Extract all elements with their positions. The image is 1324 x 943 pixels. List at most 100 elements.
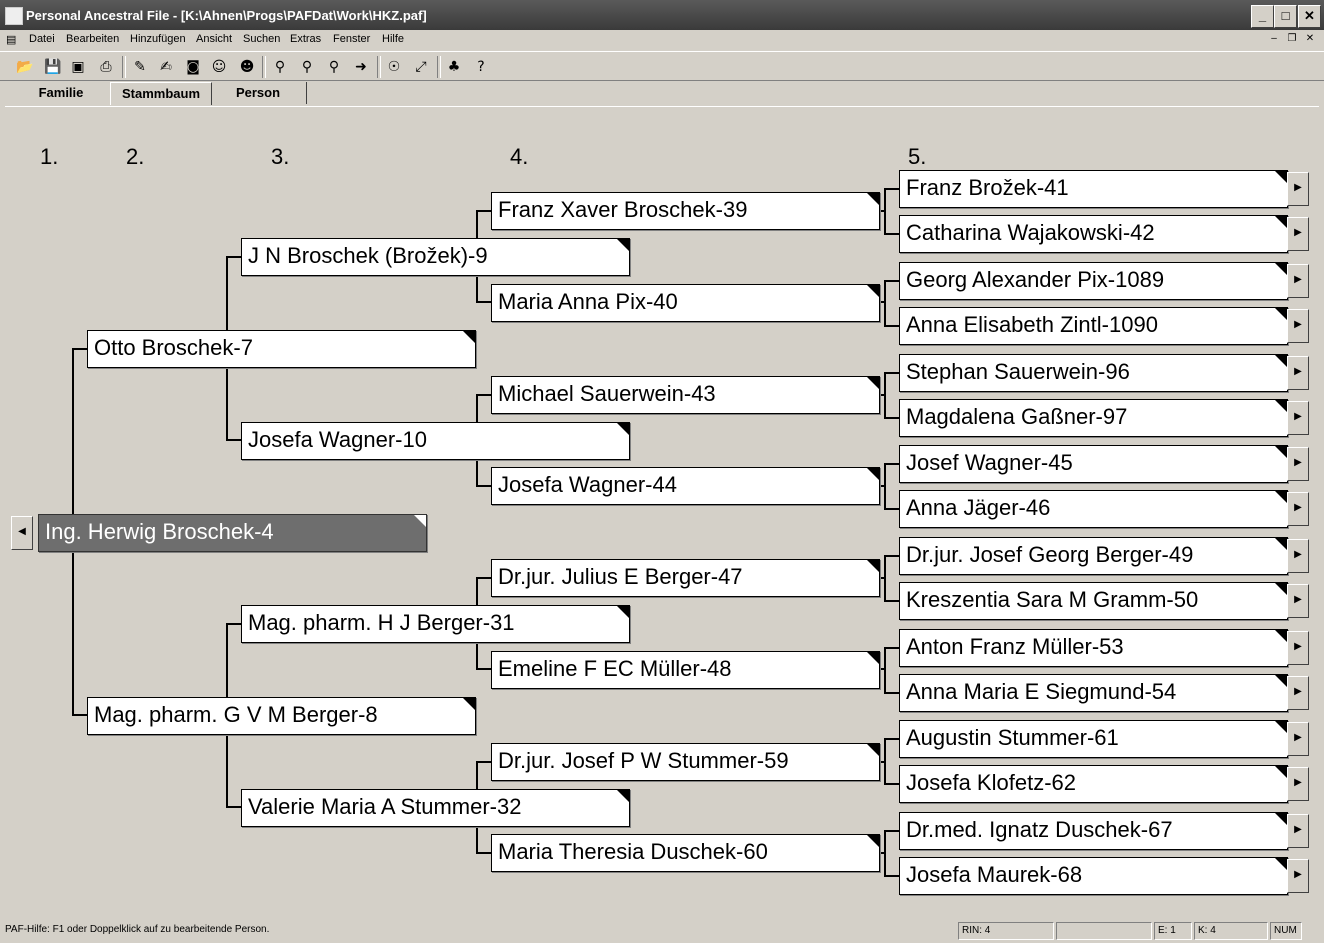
menu-hinzufuegen[interactable]: Hinzufügen <box>130 33 186 45</box>
nav-more-ancestors-button[interactable]: ▶ <box>1287 584 1309 618</box>
save-as-icon[interactable]: ▣ <box>68 57 88 77</box>
connector-line <box>72 714 88 716</box>
person-box[interactable]: Josefa Klofetz-62 <box>899 765 1288 803</box>
person-box[interactable]: Franz Xaver Broschek-39 <box>491 192 880 230</box>
person-box[interactable]: Maria Theresia Duschek-60 <box>491 834 880 872</box>
person-box[interactable]: Anna Jäger-46 <box>899 490 1288 528</box>
tab-stammbaum[interactable]: Stammbaum <box>110 82 212 105</box>
person-box[interactable]: Franz Brožek-41 <box>899 170 1288 208</box>
nav-more-ancestors-button[interactable]: ▶ <box>1287 631 1309 665</box>
family-icon[interactable]: ☻ <box>237 57 257 77</box>
notes-marker-icon <box>617 239 629 251</box>
print-icon[interactable]: ⎙ <box>96 57 116 77</box>
connector-line <box>476 761 492 763</box>
nav-more-ancestors-button[interactable]: ▶ <box>1287 172 1309 206</box>
notes-marker-icon <box>867 377 879 389</box>
save-icon[interactable]: 💾 <box>43 57 63 77</box>
person-name: Josefa Maurek-68 <box>906 862 1083 887</box>
notes-marker-icon <box>1275 766 1287 778</box>
nav-more-ancestors-button[interactable]: ▶ <box>1287 309 1309 343</box>
menu-fenster[interactable]: Fenster <box>333 33 370 45</box>
connector-line <box>476 852 492 854</box>
nav-more-ancestors-button[interactable]: ▶ <box>1287 676 1309 710</box>
tree-icon[interactable]: ♣ <box>444 57 464 77</box>
menu-suchen[interactable]: Suchen <box>243 33 280 45</box>
person-box-father[interactable]: Otto Broschek-7 <box>87 330 476 368</box>
person-box[interactable]: Georg Alexander Pix-1089 <box>899 262 1288 300</box>
person-box[interactable]: Emeline F EC Müller-48 <box>491 651 880 689</box>
menu-datei[interactable]: Datei <box>29 33 55 45</box>
person-box[interactable]: Anna Elisabeth Zintl-1090 <box>899 307 1288 345</box>
person-box[interactable]: Stephan Sauerwein-96 <box>899 354 1288 392</box>
notes-icon[interactable]: ✍ <box>156 57 176 77</box>
mdi-minimize-button[interactable]: – <box>1266 32 1282 46</box>
person-box[interactable]: Kreszentia Sara M Gramm-50 <box>899 582 1288 620</box>
notes-marker-icon <box>1275 446 1287 458</box>
person-box[interactable]: Maria Anna Pix-40 <box>491 284 880 322</box>
person-box[interactable]: Augustin Stummer-61 <box>899 720 1288 758</box>
individual-icon[interactable]: ☉ <box>384 57 404 77</box>
person-box[interactable]: Anna Maria E Siegmund-54 <box>899 674 1288 712</box>
connector-line <box>476 394 492 396</box>
person-box[interactable]: Anton Franz Müller-53 <box>899 629 1288 667</box>
minimize-button[interactable]: _ <box>1251 5 1274 28</box>
nav-more-ancestors-button[interactable]: ▶ <box>1287 264 1309 298</box>
person-name: Dr.jur. Josef P W Stummer-59 <box>498 748 789 773</box>
person-box[interactable]: Mag. pharm. H J Berger-31 <box>241 605 630 643</box>
person-box[interactable]: Dr.jur. Julius E Berger-47 <box>491 559 880 597</box>
person-box[interactable]: Valerie Maria A Stummer-32 <box>241 789 630 827</box>
menu-doc-icon[interactable]: ▤ <box>6 33 16 46</box>
person-box-root[interactable]: Ing. Herwig Broschek-4 <box>38 514 427 552</box>
maximize-button[interactable]: □ <box>1274 5 1297 28</box>
nav-more-ancestors-button[interactable]: ▶ <box>1287 539 1309 573</box>
edit-icon[interactable]: ✎ <box>130 57 150 77</box>
connector-line <box>884 188 886 234</box>
app-icon[interactable] <box>5 7 23 25</box>
person-box[interactable]: Dr.jur. Josef P W Stummer-59 <box>491 743 880 781</box>
tab-familie[interactable]: Familie <box>12 82 111 104</box>
view-tabs: Familie Stammbaum Person <box>0 82 1324 106</box>
menu-hilfe[interactable]: Hilfe <box>382 33 404 45</box>
tab-person[interactable]: Person <box>210 82 307 104</box>
nav-more-ancestors-button[interactable]: ▶ <box>1287 492 1309 526</box>
nav-more-ancestors-button[interactable]: ▶ <box>1287 447 1309 481</box>
nav-more-ancestors-button[interactable]: ▶ <box>1287 356 1309 390</box>
nav-more-ancestors-button[interactable]: ▶ <box>1287 401 1309 435</box>
notes-marker-icon <box>1275 721 1287 733</box>
person-box[interactable]: Dr.jur. Josef Georg Berger-49 <box>899 537 1288 575</box>
nav-more-ancestors-button[interactable]: ▶ <box>1287 859 1309 893</box>
person-name: Mag. pharm. G V M Berger-8 <box>94 702 378 727</box>
mdi-close-button[interactable]: ✕ <box>1302 32 1318 46</box>
merge-icon[interactable]: ⤢ <box>411 57 431 77</box>
person-box[interactable]: Dr.med. Ignatz Duschek-67 <box>899 812 1288 850</box>
nav-more-ancestors-button[interactable]: ▶ <box>1287 722 1309 756</box>
person-box[interactable]: Josefa Wagner-44 <box>491 467 880 505</box>
person-box[interactable]: Michael Sauerwein-43 <box>491 376 880 414</box>
search-icon[interactable]: ⚲ <box>324 57 344 77</box>
nav-more-ancestors-button[interactable]: ▶ <box>1287 217 1309 251</box>
nav-more-ancestors-button[interactable]: ▶ <box>1287 814 1309 848</box>
mdi-restore-button[interactable]: ❐ <box>1284 32 1300 46</box>
menu-extras[interactable]: Extras <box>290 33 321 45</box>
find-icon[interactable]: ⚲ <box>270 57 290 77</box>
connector-line <box>884 233 900 235</box>
menu-bearbeiten[interactable]: Bearbeiten <box>66 33 119 45</box>
person-box[interactable]: Catharina Wajakowski-42 <box>899 215 1288 253</box>
open-icon[interactable]: 📂 <box>15 57 35 77</box>
help-icon[interactable]: ? <box>471 57 491 77</box>
nav-children-button[interactable]: ◀ <box>11 516 33 550</box>
notes-marker-icon <box>1275 216 1287 228</box>
nav-more-ancestors-button[interactable]: ▶ <box>1287 767 1309 801</box>
menu-ansicht[interactable]: Ansicht <box>196 33 232 45</box>
find-next-icon[interactable]: ⚲ <box>297 57 317 77</box>
close-button[interactable]: ✕ <box>1298 5 1321 28</box>
add-person-icon[interactable]: ☺ <box>209 57 229 77</box>
person-box[interactable]: J N Broschek (Brožek)-9 <box>241 238 630 276</box>
person-box[interactable]: Magdalena Gaßner-97 <box>899 399 1288 437</box>
person-box[interactable]: Josef Wagner-45 <box>899 445 1288 483</box>
person-box[interactable]: Josefa Wagner-10 <box>241 422 630 460</box>
camera-icon[interactable]: ◙ <box>183 57 203 77</box>
goto-icon[interactable]: ➜ <box>351 57 371 77</box>
person-box[interactable]: Josefa Maurek-68 <box>899 857 1288 895</box>
person-box-mother[interactable]: Mag. pharm. G V M Berger-8 <box>87 697 476 735</box>
